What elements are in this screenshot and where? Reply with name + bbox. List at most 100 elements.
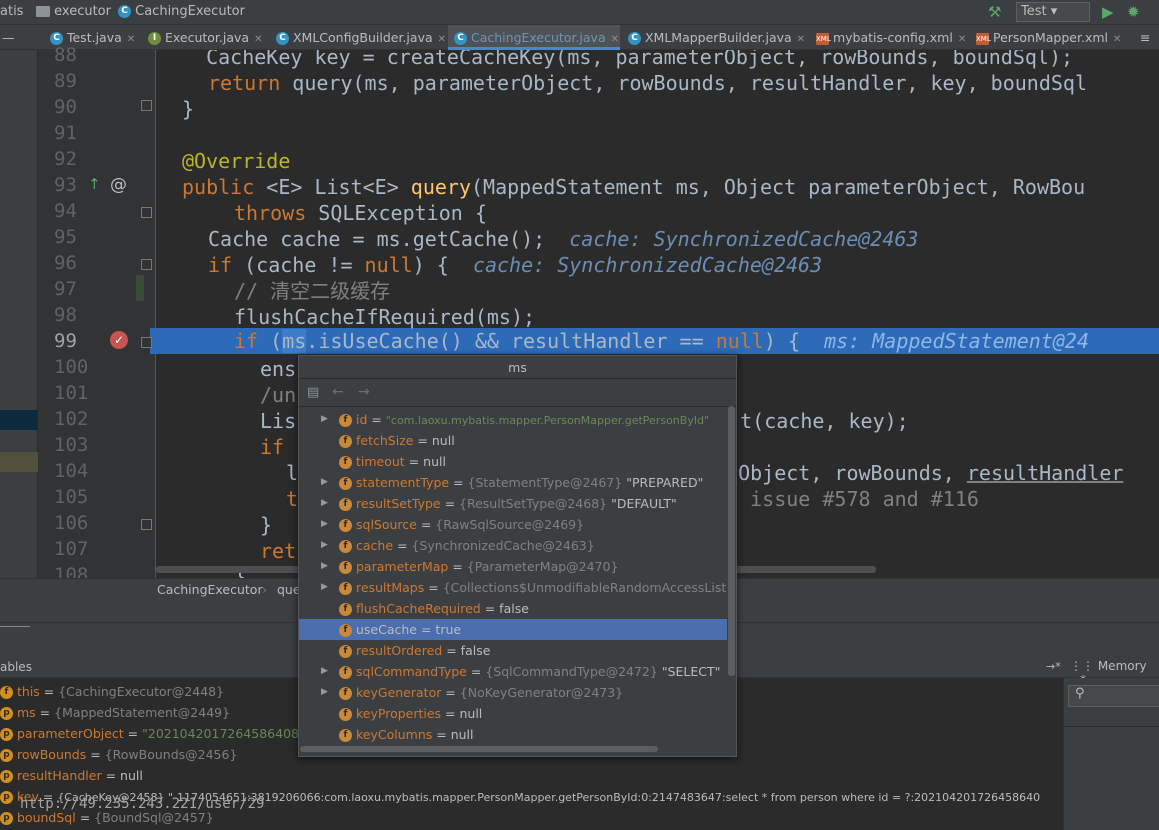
field-value: false — [499, 601, 529, 616]
field-row-fetchsize[interactable]: f fetchSize = null — [299, 430, 727, 451]
override-at-icon[interactable]: @ — [110, 175, 127, 195]
fold-marker[interactable] — [141, 519, 152, 530]
tab-xmlmapperbuilder-java[interactable]: C XMLMapperBuilder.java ✕ — [622, 25, 808, 50]
variable-row[interactable]: p ms = {MappedStatement@2449} — [0, 702, 230, 723]
code-line: throws SQLException { — [234, 200, 487, 226]
tab-executor-java[interactable]: I Executor.java ✕ — [142, 25, 268, 50]
fold-marker[interactable] — [141, 100, 152, 111]
expand-arrow-icon[interactable]: ▶ — [321, 514, 328, 535]
close-icon[interactable]: ✕ — [127, 34, 135, 45]
field-row-resultsettype[interactable]: ▶ f resultSetType = {ResultSetType@2468} "… — [299, 493, 727, 514]
line-number-current: 99 — [54, 330, 77, 352]
fold-marker[interactable] — [141, 259, 152, 270]
field-icon: f — [339, 456, 352, 469]
editor-gutter[interactable]: 88 89 90 91 92 93 94 95 96 97 98 99 100 … — [38, 44, 156, 586]
nav-project[interactable]: atis — [0, 4, 23, 19]
expand-arrow-icon[interactable]: ▶ — [321, 472, 328, 493]
field-name: cache — [356, 538, 394, 553]
breadcrumb-class[interactable]: CachingExecutor — [157, 582, 263, 597]
project-tree-highlight[interactable] — [0, 452, 38, 472]
keyword: throws — [234, 201, 307, 225]
add-to-watches-icon[interactable]: ▤ — [307, 385, 319, 400]
variable-inspect-popup[interactable]: ms ▤ ← → ▶ f id = "com.laoxu.mybatis.mappe… — [298, 355, 737, 757]
field-row-flushcacherequired[interactable]: f flushCacheRequired = false — [299, 598, 727, 619]
variable-row[interactable]: p resultHandler = null — [0, 765, 143, 786]
nav-folder[interactable]: executor — [36, 4, 111, 19]
tab-bar-arrow[interactable]: — — [0, 25, 18, 50]
memory-search-input[interactable]: ⚲ — [1068, 685, 1159, 707]
field-row-parametermap[interactable]: ▶ f parameterMap = {ParameterMap@2470} — [299, 556, 727, 577]
tab-personmapper-xml[interactable]: XML PersonMapper.xml ✕ — [970, 25, 1130, 50]
run-config-select[interactable]: Test ▾ — [1016, 2, 1090, 22]
code-line: CacheKey key = createCacheKey(ms, parame… — [182, 50, 1074, 69]
field-row-keyproperties[interactable]: f keyProperties = null — [299, 703, 727, 724]
field-row-usecache[interactable]: f useCache = true — [299, 619, 727, 640]
close-icon[interactable]: ✕ — [254, 34, 262, 45]
field-row-sqlcommandtype[interactable]: ▶ f sqlCommandType = {SqlCommandType@2472}… — [299, 661, 727, 682]
field-row-sqlsource[interactable]: ▶ f sqlSource = {RawSqlSource@2469} — [299, 514, 727, 535]
field-row-cache[interactable]: ▶ f cache = {SynchronizedCache@2463} — [299, 535, 727, 556]
close-icon[interactable]: ✕ — [797, 34, 805, 45]
field-icon: f — [339, 561, 352, 574]
param-icon: p — [0, 749, 13, 762]
variable-row[interactable]: p parameterObject = "20210420172645864088… — [0, 723, 330, 744]
tab-mybatis-config-xml[interactable]: XML mybatis-config.xml ✕ — [810, 25, 970, 50]
code-line: public <E> List<E> query(MappedStatement… — [182, 174, 1085, 200]
expand-arrow-icon[interactable]: ▶ — [321, 535, 328, 556]
popup-horizontal-scrollbar[interactable] — [300, 746, 658, 752]
line-number: 98 — [54, 304, 77, 326]
hovered-variable[interactable]: ms — [282, 329, 307, 353]
line-number: 94 — [54, 200, 77, 222]
expand-arrow-icon[interactable]: ▶ — [321, 409, 328, 430]
expand-arrow-icon[interactable]: ▶ — [321, 577, 328, 598]
variable-value: {RowBounds@2456} — [104, 747, 238, 762]
debug-bug-icon[interactable]: ✹ — [1127, 3, 1140, 21]
code-text: (MappedStatement ms, Object parameterObj… — [471, 175, 1086, 199]
popup-field-list[interactable]: ▶ f id = "com.laoxu.mybatis.mapper.PersonM… — [299, 407, 727, 752]
field-row-resultordered[interactable]: f resultOrdered = false — [299, 640, 727, 661]
field-row-resultmaps[interactable]: ▶ f resultMaps = {Collections$Unmodifiable… — [299, 577, 727, 598]
project-tree-selection[interactable] — [0, 410, 38, 430]
fold-marker[interactable] — [141, 207, 152, 218]
field-row-id[interactable]: ▶ f id = "com.laoxu.mybatis.mapper.PersonM… — [299, 409, 727, 430]
field-name: resultSetType — [356, 496, 441, 511]
close-icon[interactable]: ✕ — [611, 34, 619, 45]
folder-icon — [36, 6, 50, 17]
fold-marker[interactable] — [141, 337, 152, 348]
variable-name: resultHandler — [17, 768, 102, 783]
line-number: 91 — [54, 122, 77, 144]
forward-arrow-icon[interactable]: → — [358, 384, 370, 400]
expand-arrow-icon[interactable]: ▶ — [321, 661, 328, 682]
restore-icon[interactable]: →* — [1046, 660, 1061, 673]
field-row-statementtype[interactable]: ▶ f statementType = {StatementType@2467} "… — [299, 472, 727, 493]
tab-xmlconfigbuilder-java[interactable]: C XMLConfigBuilder.java ✕ — [270, 25, 446, 50]
line-number: 105 — [54, 486, 89, 508]
expand-arrow-icon[interactable]: ▶ — [321, 682, 328, 703]
field-value: true — [435, 622, 462, 637]
nav-file[interactable]: C CachingExecutor — [118, 4, 245, 19]
param-icon: p — [0, 791, 13, 804]
field-row-timeout[interactable]: f timeout = null — [299, 451, 727, 472]
field-name: keyProperties — [356, 706, 442, 721]
close-icon[interactable]: ✕ — [438, 34, 446, 45]
tab-overflow-icon[interactable]: ≡ — [1138, 25, 1158, 50]
run-icon[interactable]: ▶ — [1102, 3, 1114, 21]
breakpoint-icon[interactable]: ✓ — [110, 331, 128, 349]
field-row-keygenerator[interactable]: ▶ f keyGenerator = {NoKeyGenerator@2473} — [299, 682, 727, 703]
line-number: 103 — [54, 434, 89, 456]
field-row-keycolumns[interactable]: f keyColumns = null — [299, 724, 727, 745]
tab-cachingexecutor-java[interactable]: C CachingExecutor.java ✕ — [448, 25, 620, 50]
line-number: 102 — [54, 408, 89, 430]
variable-row[interactable]: f this = {CachingExecutor@2448} — [0, 681, 224, 702]
close-icon[interactable]: ✕ — [958, 34, 966, 45]
expand-arrow-icon[interactable]: ▶ — [321, 493, 328, 514]
implements-icon[interactable]: ↑ — [88, 175, 101, 193]
popup-vertical-scrollbar[interactable] — [728, 406, 735, 676]
build-hammer-icon[interactable]: ⚒ — [988, 3, 1001, 21]
close-icon[interactable]: ✕ — [1113, 34, 1121, 45]
back-arrow-icon[interactable]: ← — [332, 384, 344, 400]
code-text: SQLException { — [306, 201, 487, 225]
variable-row[interactable]: p rowBounds = {RowBounds@2456} — [0, 744, 237, 765]
expand-arrow-icon[interactable]: ▶ — [321, 556, 328, 577]
line-number: 96 — [54, 252, 77, 274]
